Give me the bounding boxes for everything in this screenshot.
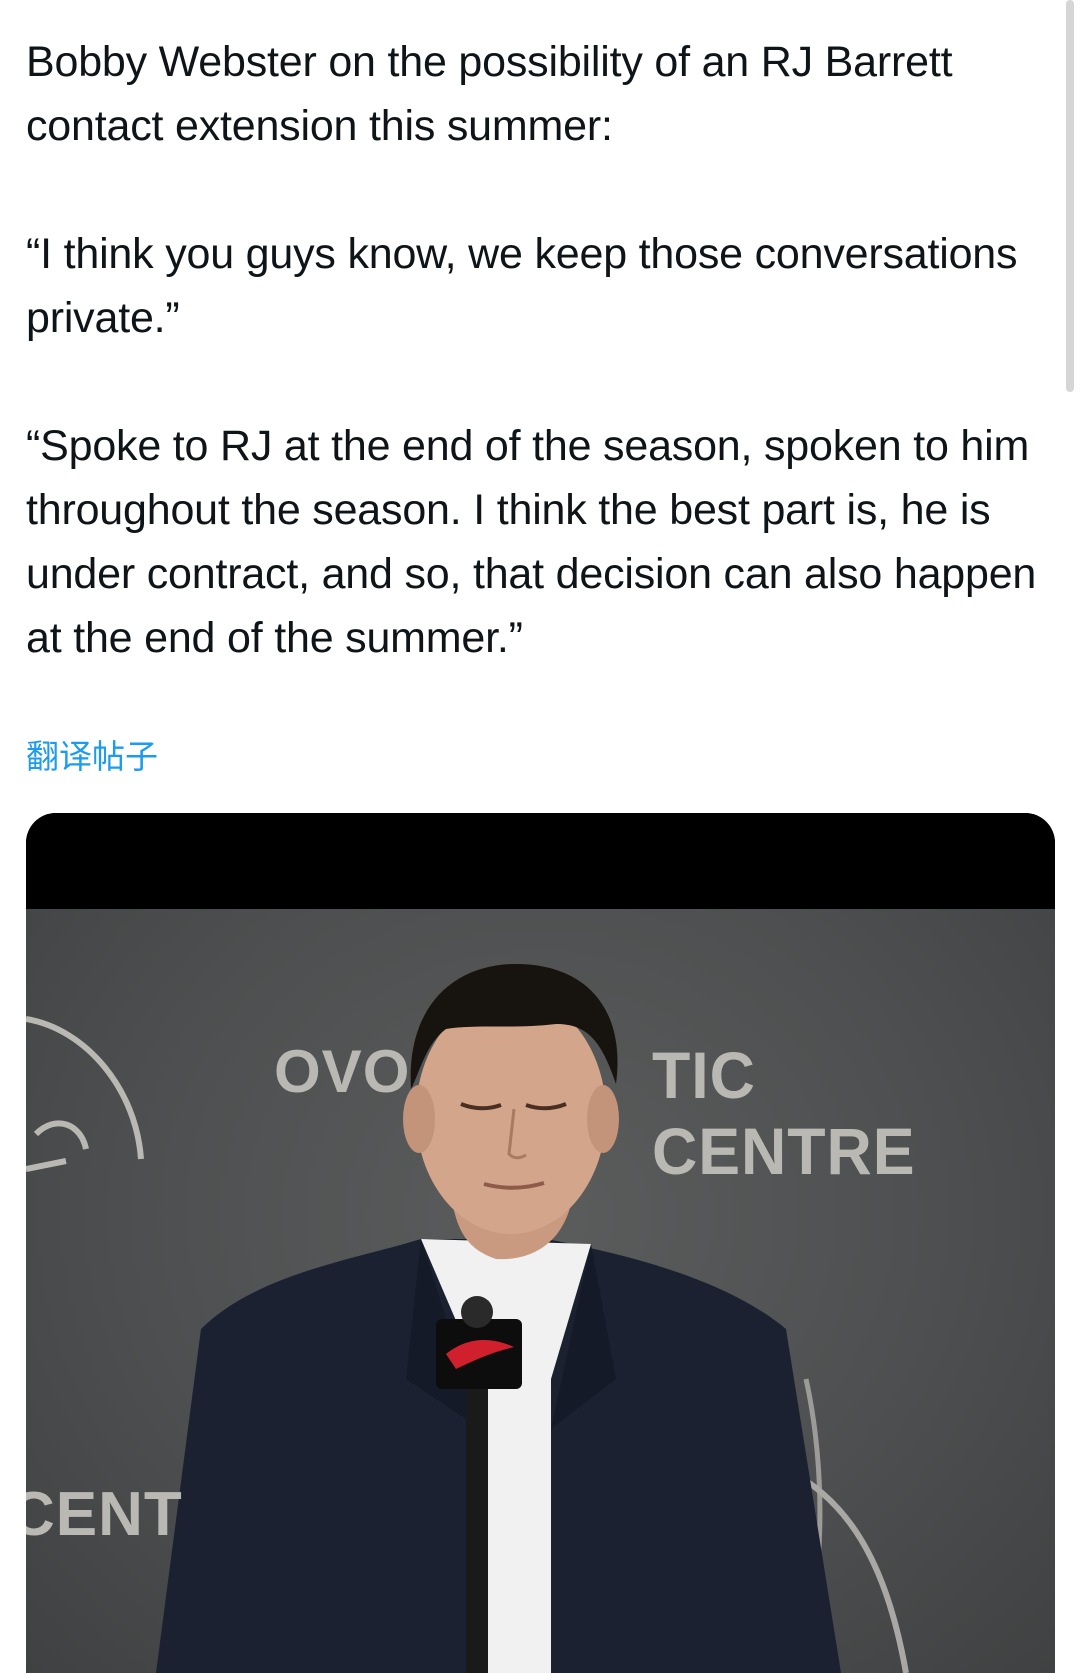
backdrop-cent-text: CENT [26, 1480, 183, 1549]
press-conference-image [26, 964, 909, 1673]
video-frame[interactable]: OVO TIC CENTRE CENT [26, 909, 1055, 1673]
post-text: Bobby Webster on the possibility of an R… [26, 30, 1046, 670]
translate-post-link[interactable]: 翻译帖子 [26, 735, 158, 779]
backdrop-centre-text: TIC CENTRE [652, 1038, 916, 1188]
video-player[interactable]: OVO TIC CENTRE CENT [26, 813, 1055, 1673]
backdrop-ovo-text: OVO [274, 1038, 411, 1105]
video-letterbox [26, 813, 1055, 909]
scrollbar[interactable] [1066, 0, 1074, 392]
post-paragraph: Bobby Webster on the possibility of an R… [26, 38, 953, 150]
post-paragraph: “Spoke to RJ at the end of the season, s… [26, 422, 1037, 662]
post-paragraph: “I think you guys know, we keep those co… [26, 230, 1018, 342]
